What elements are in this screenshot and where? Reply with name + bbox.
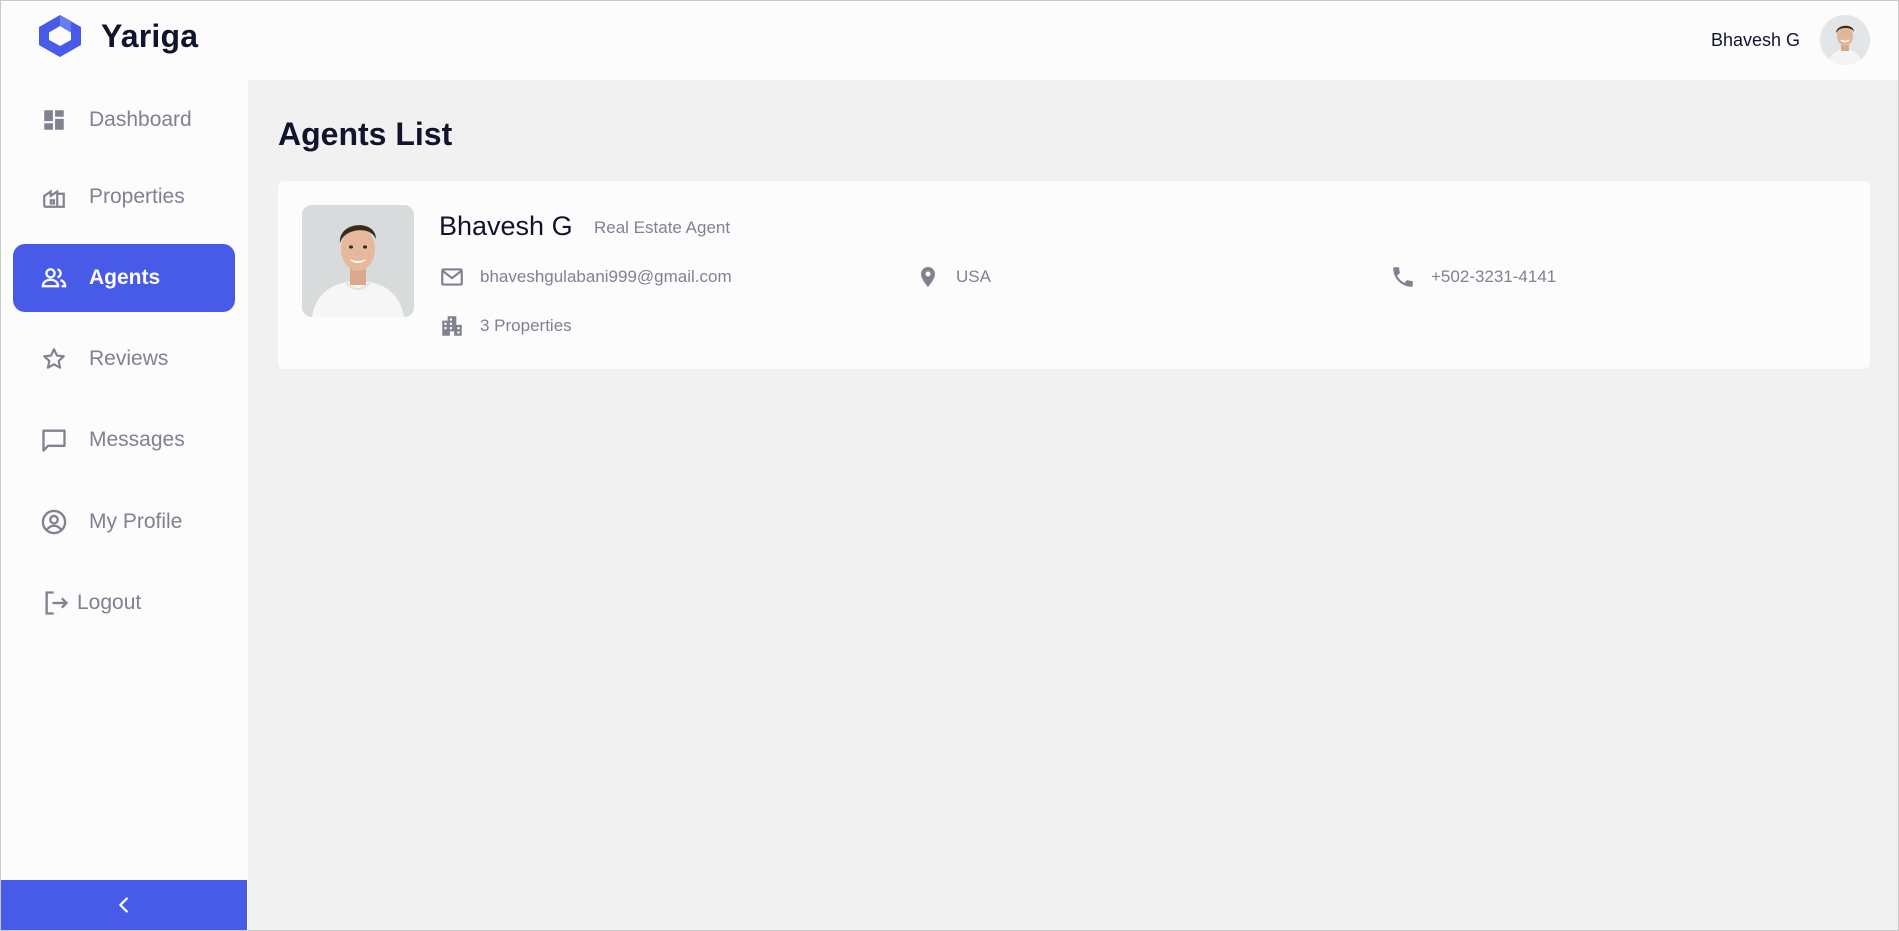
agent-name: Bhavesh G: [439, 211, 573, 241]
app-window: Yariga Bhavesh G Dashboard Properties Ag…: [0, 0, 1899, 931]
sidebar-item-label: My Profile: [89, 510, 183, 533]
avatar[interactable]: [1820, 15, 1870, 65]
brand-logo-icon: [39, 15, 81, 57]
agent-role: Real Estate Agent: [594, 218, 731, 237]
sidebar-item-label: Agents: [89, 266, 161, 289]
main-content: Agents List Bhavesh G Real Estate Agent …: [248, 80, 1898, 930]
agent-phone: +502-3231-4141: [1389, 263, 1556, 291]
user-name: Bhavesh G: [1710, 29, 1800, 50]
sidebar-item-dashboard[interactable]: Dashboard: [13, 86, 235, 154]
agent-email: bhaveshgulabani999@gmail.com: [438, 263, 732, 291]
sidebar-item-logout[interactable]: Logout: [13, 569, 235, 637]
user-menu[interactable]: Bhavesh G: [1711, 15, 1870, 65]
star-icon: [39, 344, 69, 374]
chevron-left-icon: [119, 897, 128, 913]
sidebar-item-label: Logout: [77, 591, 142, 614]
agent-card[interactable]: Bhavesh G Real Estate Agent bhaveshgulab…: [278, 181, 1870, 369]
building-icon: [438, 312, 466, 340]
sidebar-item-label: Dashboard: [89, 108, 192, 131]
page-title: Agents List: [278, 116, 453, 152]
agents-icon: [39, 263, 69, 293]
logout-icon: [41, 588, 71, 618]
phone-icon: [1389, 263, 1417, 291]
sidebar-item-messages[interactable]: Messages: [13, 406, 235, 474]
sidebar-item-properties[interactable]: Properties: [13, 163, 235, 231]
agent-photo: [302, 205, 414, 317]
dashboard-icon: [39, 105, 69, 135]
agent-email-text: bhaveshgulabani999@gmail.com: [480, 267, 732, 286]
chat-icon: [39, 425, 69, 455]
agent-phone-text: +502-3231-4141: [1431, 267, 1557, 286]
email-icon: [438, 263, 466, 291]
sidebar: Dashboard Properties Agents Reviews Mess: [1, 80, 248, 930]
sidebar-item-my-profile[interactable]: My Profile: [13, 488, 235, 556]
brand[interactable]: Yariga: [35, 13, 198, 59]
sidebar-item-label: Messages: [89, 428, 185, 451]
properties-icon: [39, 182, 69, 212]
sidebar-item-agents[interactable]: Agents: [13, 244, 235, 312]
agent-properties: 3 Properties: [438, 312, 572, 340]
agent-location-text: USA: [956, 267, 991, 286]
top-header: Yariga Bhavesh G: [1, 1, 1898, 80]
location-pin-icon: [914, 263, 942, 291]
sidebar-item-label: Properties: [89, 185, 185, 208]
sidebar-item-label: Reviews: [89, 347, 169, 370]
brand-name: Yariga: [101, 17, 199, 54]
sidebar-collapse-button[interactable]: [1, 880, 247, 930]
agent-properties-text: 3 Properties: [480, 316, 572, 335]
agent-location: USA: [914, 263, 991, 291]
sidebar-item-reviews[interactable]: Reviews: [13, 325, 235, 393]
profile-icon: [39, 507, 69, 537]
